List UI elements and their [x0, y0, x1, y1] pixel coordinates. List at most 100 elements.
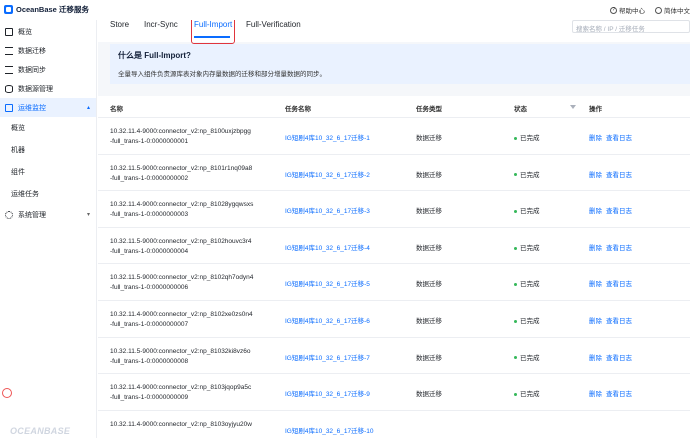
- tab-store[interactable]: Store: [110, 20, 129, 42]
- oceanbase-watermark: OCEANBASE: [10, 426, 71, 436]
- sidebar-subitem-ops-tasks[interactable]: 运维任务: [0, 183, 96, 205]
- task-name-link[interactable]: IG短剧4库10_32_6_17迁移-5: [285, 278, 370, 288]
- status-badge: 已完成: [514, 242, 540, 252]
- view-log-button[interactable]: 查看日志: [606, 318, 632, 325]
- col-status: 状态: [514, 106, 527, 113]
- task-type: 数据迁移: [416, 317, 442, 325]
- app-logo[interactable]: OceanBase 迁移服务: [4, 4, 89, 15]
- status-badge: 已完成: [514, 278, 540, 288]
- gear-icon: [5, 210, 13, 219]
- sidebar-subitem-components[interactable]: 组件: [0, 161, 96, 183]
- overview-icon: [5, 27, 13, 36]
- view-log-button[interactable]: 查看日志: [606, 208, 632, 215]
- status-dot-icon: [514, 136, 517, 140]
- chevron-down-icon: ▾: [86, 212, 90, 218]
- info-title: 什么是 Full-Import?: [118, 51, 191, 60]
- delete-button[interactable]: 删除: [589, 391, 602, 398]
- status-dot-icon: [514, 246, 517, 250]
- task-name-link[interactable]: IG短剧4库10_32_6_17迁移-2: [285, 169, 370, 179]
- monitor-icon: [5, 103, 13, 112]
- delete-button[interactable]: 删除: [589, 355, 602, 362]
- sidebar-item-data-migration[interactable]: 数据迁移: [0, 41, 96, 60]
- status-badge: 已完成: [514, 388, 540, 398]
- row-actions: 删除 查看日志: [589, 352, 636, 362]
- table-row: 10.32.11.4-9000:connector_v2:np_8103jqop…: [98, 374, 690, 411]
- task-name-link[interactable]: IG短剧4库10_32_6_17迁移-1: [285, 132, 370, 142]
- sidebar-item-monitor[interactable]: 运维监控 ▴: [0, 98, 96, 117]
- delete-button[interactable]: 删除: [589, 208, 602, 215]
- view-log-button[interactable]: 查看日志: [606, 172, 632, 179]
- table-row: 10.32.11.5-9000:connector_v2:np_81032ki8…: [98, 338, 690, 375]
- top-right-actions: ? 帮助中心 简体中文: [610, 5, 690, 15]
- row-actions: 删除 查看日志: [589, 278, 636, 288]
- status-badge: 已完成: [514, 205, 540, 215]
- sidebar-subitem-overview[interactable]: 概览: [0, 117, 96, 139]
- view-log-button[interactable]: 查看日志: [606, 391, 632, 398]
- col-type: 任务类型: [416, 106, 442, 113]
- table-row: 10.32.11.4-9000:connector_v2:np_81028ygq…: [98, 191, 690, 228]
- filter-icon[interactable]: [570, 105, 576, 109]
- task-type: 数据迁移: [416, 391, 442, 399]
- status-dot-icon: [514, 283, 517, 287]
- oceanbase-logo-icon: [4, 5, 13, 14]
- help-icon: ?: [610, 6, 617, 14]
- component-name: 10.32.11.4-9000:connector_v2:np_81028ygq…: [110, 201, 254, 219]
- row-actions: 删除 查看日志: [589, 205, 636, 215]
- view-log-button[interactable]: 查看日志: [606, 281, 632, 288]
- component-tabs: Store Incr-Sync Full-Import Full-Verific…: [98, 20, 690, 44]
- delete-button[interactable]: 删除: [589, 318, 602, 325]
- task-name-link[interactable]: IG短剧4库10_32_6_17迁移-6: [285, 315, 370, 325]
- table-row: 10.32.11.4-9000:connector_v2:np_8100uxjz…: [98, 118, 690, 155]
- sidebar-item-system[interactable]: 系统管理 ▾: [0, 205, 96, 224]
- task-name-link[interactable]: IG短剧4库10_32_6_17迁移-4: [285, 242, 370, 252]
- table-body: 10.32.11.4-9000:connector_v2:np_8100uxjz…: [98, 118, 690, 438]
- delete-button[interactable]: 删除: [589, 172, 602, 179]
- task-name-link[interactable]: IG短剧4库10_32_6_17迁移-7: [285, 352, 370, 362]
- status-dot-icon: [514, 392, 517, 396]
- component-name: 10.32.11.4-9000:connector_v2:np_8100uxjz…: [110, 128, 251, 145]
- sidebar-subitem-machines[interactable]: 机器: [0, 139, 96, 161]
- task-type: 数据迁移: [416, 281, 442, 289]
- delete-button[interactable]: 删除: [589, 135, 602, 142]
- row-actions: 删除 查看日志: [589, 169, 636, 179]
- component-name: 10.32.11.4-9000:connector_v2:np_8102xe0z…: [110, 310, 253, 328]
- language-switch[interactable]: 简体中文: [655, 5, 690, 15]
- delete-button[interactable]: 删除: [589, 245, 602, 252]
- tab-incr-sync[interactable]: Incr-Sync: [144, 20, 178, 42]
- view-log-button[interactable]: 查看日志: [606, 135, 632, 142]
- status-badge: 已完成: [514, 315, 540, 325]
- status-dot-icon: [514, 209, 517, 213]
- search-input[interactable]: 搜索名称 / IP / 迁移任务: [572, 20, 690, 33]
- datasource-icon: [5, 84, 13, 93]
- table-row: 10.32.11.5-9000:connector_v2:np_8102qh7o…: [98, 264, 690, 301]
- globe-icon: [655, 6, 662, 14]
- tab-full-verification[interactable]: Full-Verification: [246, 20, 301, 42]
- status-badge: 已完成: [514, 352, 540, 362]
- row-actions: 删除 查看日志: [589, 132, 636, 142]
- delete-button[interactable]: 删除: [589, 281, 602, 288]
- row-actions: 删除 查看日志: [589, 315, 636, 325]
- app-title: OceanBase 迁移服务: [16, 5, 89, 14]
- migrate-icon: [5, 46, 13, 55]
- status-dot-icon: [514, 356, 517, 360]
- highlight-box: [191, 20, 235, 44]
- task-type: 数据迁移: [416, 135, 442, 142]
- avatar[interactable]: [2, 388, 12, 398]
- sidebar: 概览 数据迁移 数据同步 数据源管理 运维监控 ▴ 概览 机器 组件 运维任务 …: [0, 20, 97, 438]
- status-badge: 已完成: [514, 132, 540, 142]
- task-name-link[interactable]: IG短剧4库10_32_6_17迁移-9: [285, 388, 370, 398]
- task-type: 数据迁移: [416, 171, 442, 179]
- task-name-link[interactable]: IG短剧4库10_32_6_17迁移-10: [285, 425, 374, 435]
- component-name: 10.32.11.5-9000:connector_v2:np_8102houv…: [110, 237, 252, 255]
- component-name: 10.32.11.4-9000:connector_v2:np_8103oyjy…: [110, 420, 252, 428]
- task-type: 数据迁移: [416, 354, 442, 362]
- view-log-button[interactable]: 查看日志: [606, 355, 632, 362]
- task-name-link[interactable]: IG短剧4库10_32_6_17迁移-3: [285, 205, 370, 215]
- help-center-link[interactable]: ? 帮助中心: [610, 5, 645, 15]
- sidebar-item-overview[interactable]: 概览: [0, 22, 96, 41]
- component-name: 10.32.11.5-9000:connector_v2:np_81032ki8…: [110, 347, 251, 365]
- table-row: 10.32.11.5-9000:connector_v2:np_8102houv…: [98, 228, 690, 265]
- view-log-button[interactable]: 查看日志: [606, 245, 632, 252]
- sidebar-item-data-sync[interactable]: 数据同步: [0, 60, 96, 79]
- sidebar-item-datasource[interactable]: 数据源管理: [0, 79, 96, 98]
